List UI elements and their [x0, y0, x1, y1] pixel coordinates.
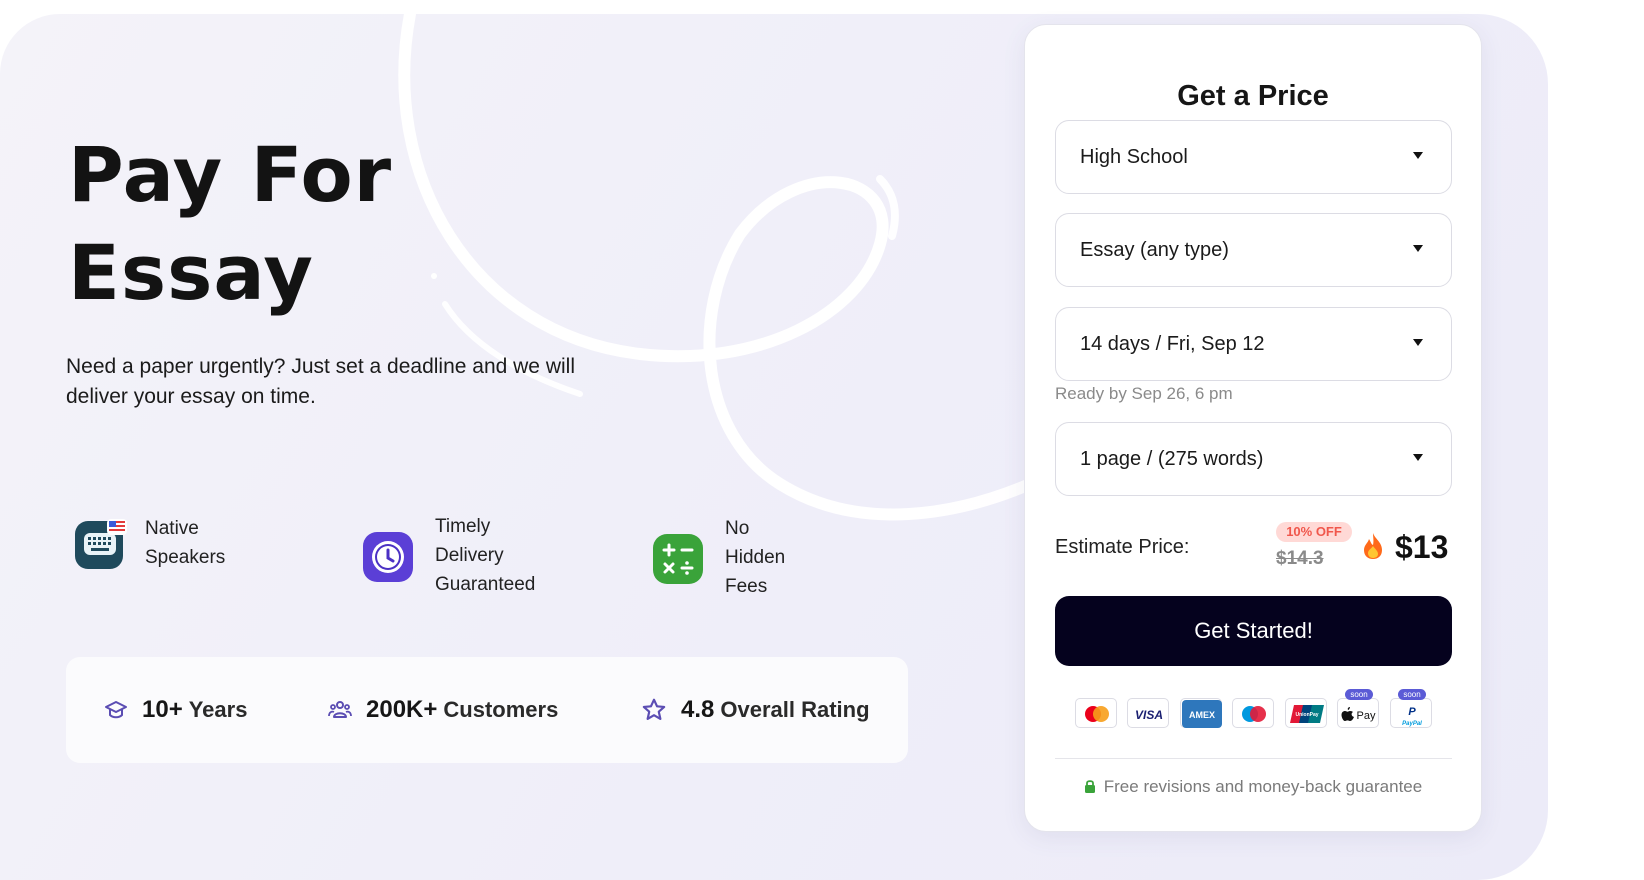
- ready-by-note: Ready by Sep 26, 6 pm: [1055, 384, 1233, 403]
- title-line-1: Pay For: [68, 130, 393, 219]
- keyboard-flag-icon: [73, 517, 127, 569]
- clock-icon: [363, 530, 415, 582]
- stat-number: 200K+: [366, 696, 438, 723]
- stat-label: Years: [188, 697, 248, 722]
- graduation-cap-icon: [105, 701, 127, 719]
- feature-label-line-2: Guaranteed: [435, 574, 536, 595]
- stat-number: 10+: [142, 696, 183, 723]
- paper-type-select[interactable]: Essay (any type): [1055, 213, 1452, 287]
- pages-select[interactable]: 1 page / (275 words): [1055, 422, 1452, 496]
- stat-label: Customers: [443, 697, 559, 722]
- get-started-button[interactable]: Get Started!: [1055, 596, 1452, 666]
- feature-no-hidden-fees: No Hidden Fees: [653, 514, 785, 601]
- svg-text:PayPal: PayPal: [1402, 721, 1422, 727]
- maestro-icon: [1232, 698, 1274, 728]
- lock-icon: [1084, 780, 1095, 793]
- amex-icon: AMEX: [1180, 698, 1222, 728]
- caret-down-icon: [1413, 245, 1423, 252]
- feature-native-speakers: Native Speakers: [73, 514, 225, 572]
- price-calculator-card: Get a Price High School Essay (any type)…: [1024, 24, 1482, 832]
- svg-text:Pay: Pay: [1357, 710, 1376, 722]
- stat-years: 10+ Years: [104, 657, 247, 763]
- caret-down-icon: [1413, 339, 1423, 346]
- feature-label: No Hidden Fees: [725, 518, 786, 597]
- current-price: $13: [1395, 529, 1449, 565]
- guarantee-note: Free revisions and money-back guarantee: [1025, 777, 1481, 797]
- deadline-select[interactable]: 14 days / Fri, Sep 12: [1055, 307, 1452, 381]
- feature-label-line-1: Timely Delivery: [435, 516, 504, 566]
- guarantee-text: Free revisions and money-back guarantee: [1103, 777, 1423, 796]
- star-icon: [642, 698, 666, 720]
- svg-text:AMEX: AMEX: [1189, 710, 1215, 720]
- hero-subtitle: Need a paper urgently? Just set a deadli…: [66, 355, 575, 408]
- academic-level-select[interactable]: High School: [1055, 120, 1452, 194]
- stat-label: Overall Rating: [720, 697, 870, 722]
- visa-icon: VISA: [1127, 698, 1169, 728]
- users-icon: [328, 701, 352, 718]
- soon-badge: soon: [1398, 689, 1426, 700]
- stat-customers: 200K+ Customers: [328, 657, 558, 763]
- page-title: Pay For Essay: [68, 126, 392, 322]
- unionpay-icon: UnionPay: [1285, 698, 1327, 728]
- soon-badge: soon: [1345, 689, 1373, 700]
- fire-icon: [1360, 532, 1386, 567]
- select-value: High School: [1080, 145, 1188, 168]
- stat-number: 4.8: [681, 696, 715, 723]
- calculator-icon: [653, 532, 705, 584]
- card-title: Get a Price: [1177, 80, 1329, 112]
- caret-down-icon: [1413, 454, 1423, 461]
- discount-badge: 10% OFF: [1276, 522, 1352, 542]
- payment-methods: VISA AMEX UnionPay soon Pay soon P PayPa…: [1075, 689, 1435, 730]
- feature-timely-delivery: Timely Delivery Guaranteed: [363, 512, 535, 599]
- title-line-2: Essay: [68, 228, 314, 317]
- feature-label: Timely Delivery Guaranteed: [435, 512, 535, 599]
- apple-pay-icon: soon Pay: [1337, 689, 1379, 728]
- stats-bar: 10+ Years 200K+ Customers 4.8 Overall Ra…: [66, 657, 908, 763]
- svg-text:P: P: [1408, 706, 1416, 718]
- caret-down-icon: [1413, 152, 1423, 159]
- select-value: 14 days / Fri, Sep 12: [1080, 332, 1265, 355]
- estimate-label: Estimate Price:: [1055, 536, 1190, 558]
- select-value: 1 page / (275 words): [1080, 447, 1264, 470]
- svg-text:VISA: VISA: [1135, 708, 1163, 722]
- stat-rating: 4.8 Overall Rating: [641, 657, 870, 763]
- divider: [1055, 758, 1452, 759]
- mastercard-icon: [1075, 698, 1117, 728]
- feature-label: Native Speakers: [145, 518, 226, 568]
- svg-text:UnionPay: UnionPay: [1295, 712, 1318, 718]
- old-price: $14.3: [1276, 548, 1324, 569]
- select-value: Essay (any type): [1080, 238, 1229, 261]
- paypal-icon: soon P PayPal: [1390, 689, 1432, 728]
